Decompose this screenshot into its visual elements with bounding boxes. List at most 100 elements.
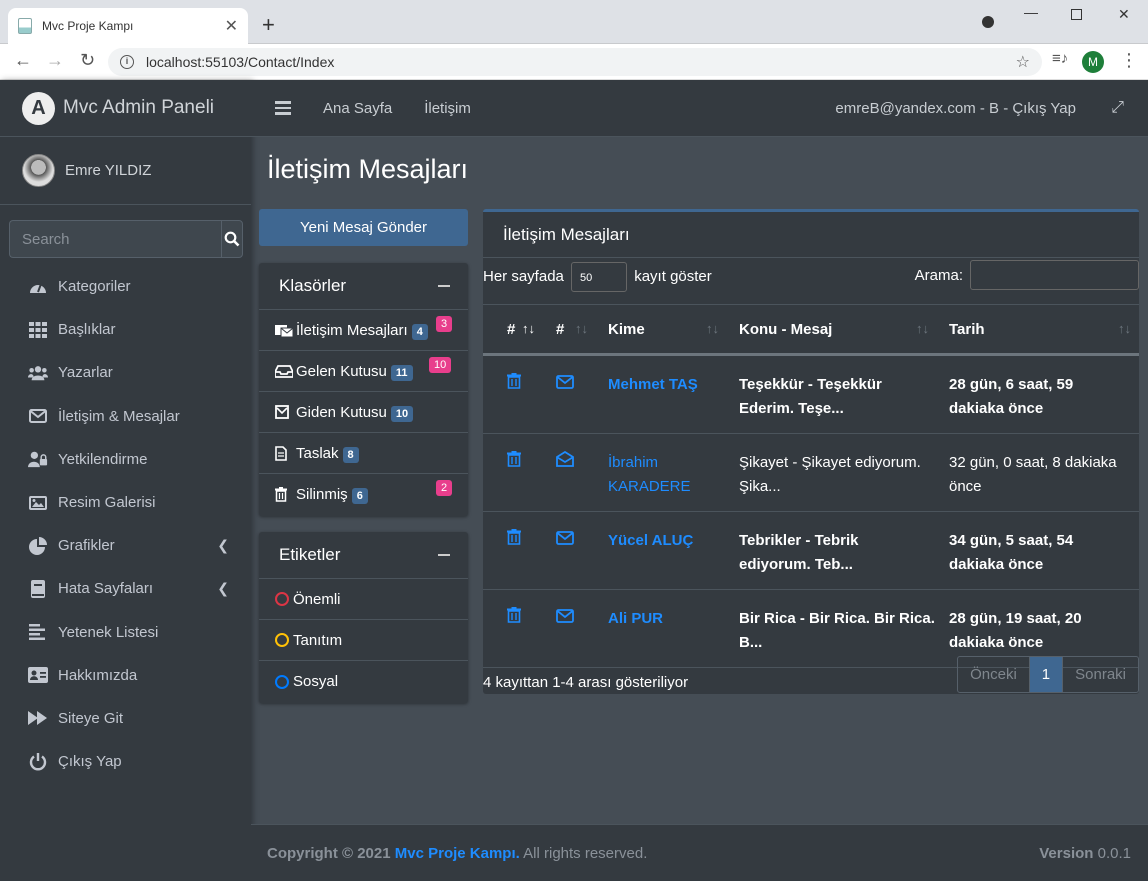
sort-icon: ↑↓ (706, 321, 719, 336)
nav-contact-link[interactable]: İletişim (424, 100, 471, 117)
sidebar-item-label: Yetkilendirme (58, 450, 148, 468)
hamburger-icon[interactable] (275, 98, 291, 118)
folder-item[interactable]: Taslak 8 (259, 433, 468, 474)
folders-card: Klasörler İletişim Mesajları 4 3 Gelen Kutu… (259, 263, 468, 516)
recipient-link[interactable]: Mehmet TAŞ (608, 376, 698, 393)
folder-item[interactable]: İletişim Mesajları 4 3 (259, 310, 468, 351)
folder-label: Silinmiş (296, 486, 348, 503)
envelope-open-icon[interactable] (556, 450, 574, 471)
new-tab-icon[interactable]: + (262, 12, 275, 38)
subject-line1: Teşekkür - Teşekkür (739, 376, 882, 393)
collapse-icon[interactable] (438, 285, 450, 287)
recipient-link[interactable]: İbrahim (608, 454, 658, 471)
tab-search-icon[interactable] (982, 16, 994, 28)
sidebar-item[interactable]: Hakkımızda (0, 654, 251, 697)
sidebar-item[interactable]: Yetkilendirme (0, 438, 251, 481)
sidebar-item[interactable]: Yetenek Listesi (0, 611, 251, 654)
site-info-icon[interactable]: i (120, 55, 134, 69)
delete-icon[interactable] (507, 607, 521, 627)
sidebar-item[interactable]: Yazarlar (0, 351, 251, 394)
delete-icon[interactable] (507, 529, 521, 549)
sidebar-item[interactable]: Başlıklar (0, 308, 251, 351)
recipient-link-line2[interactable]: KARADERE (608, 478, 691, 495)
circle-icon (275, 592, 289, 606)
user-lock-icon (28, 450, 48, 468)
nav-home-link[interactable]: Ana Sayfa (323, 100, 392, 117)
circle-icon (275, 674, 289, 689)
envelope-icon[interactable] (556, 375, 574, 393)
column-header[interactable]: Tarih ↑↓ (937, 304, 1139, 356)
maximize-icon[interactable] (1071, 9, 1082, 20)
collapse-icon[interactable] (438, 554, 450, 556)
sidebar-item[interactable]: Siteye Git (0, 697, 251, 740)
label-item[interactable]: Sosyal (259, 661, 468, 702)
column-header[interactable]: Kime ↑↓ (596, 304, 727, 356)
sidebar-item[interactable]: İletişim & Mesajlar (0, 395, 251, 438)
labels-title: Etiketler (279, 545, 341, 564)
footer-brand-link[interactable]: Mvc Proje Kampı. (395, 845, 520, 862)
profile-avatar[interactable]: M (1082, 51, 1104, 73)
folder-item[interactable]: Silinmiş 6 2 (259, 474, 468, 515)
compose-button[interactable]: Yeni Mesaj Gönder (259, 209, 468, 246)
envelope-icon[interactable] (556, 609, 574, 627)
next-page-button[interactable]: Sonraki (1063, 657, 1138, 692)
prev-page-button[interactable]: Önceki (958, 657, 1029, 692)
window-close-icon[interactable]: ✕ (1118, 6, 1130, 23)
fullscreen-icon[interactable]: ⤢ (1111, 99, 1124, 117)
date-line1: 28 gün, 6 saat, 59 (949, 376, 1074, 393)
browser-tab[interactable]: Mvc Proje Kampı ✕ (8, 8, 248, 44)
sidebar-item[interactable]: Grafikler ❮ (0, 524, 251, 567)
inbox-icon (275, 322, 293, 338)
sidebar-item[interactable]: Hata Sayfaları ❮ (0, 567, 251, 610)
logout-link[interactable]: emreB@yandex.com - B - Çıkış Yap (835, 100, 1076, 117)
envelope-icon[interactable] (556, 531, 574, 549)
folder-item[interactable]: Gelen Kutusu 11 10 (259, 351, 468, 392)
user-panel[interactable]: Emre YILDIZ (0, 137, 251, 205)
column-header[interactable]: Konu - Mesaj ↑↓ (727, 304, 937, 356)
delete-icon[interactable] (507, 373, 521, 393)
label-item[interactable]: Önemli (259, 579, 468, 620)
tray-icon (275, 363, 293, 379)
pie-chart-icon (28, 536, 48, 555)
subject-line2: ediyorum. Teb... (739, 556, 853, 573)
sidebar-item[interactable]: Kategoriler (0, 265, 251, 308)
forward-icon[interactable]: → (46, 50, 64, 71)
page-1-button[interactable]: 1 (1028, 657, 1064, 692)
table-row[interactable]: Yücel ALUÇ Tebrikler - Tebrik ediyorum. T… (483, 511, 1139, 590)
url-field[interactable]: i localhost:55103/Contact/Index ☆ (108, 48, 1042, 76)
date-line2: dakiaka önce (949, 556, 1044, 573)
messages-card: İletişim Mesajları Her sayfada 50 kayıt … (483, 209, 1139, 694)
power-icon (28, 752, 48, 771)
column-header[interactable]: # ↑↓ (543, 304, 596, 356)
unread-badge: 2 (436, 480, 453, 496)
search-icon (224, 231, 240, 247)
delete-icon[interactable] (507, 451, 521, 471)
folder-label: Gelen Kutusu (296, 362, 387, 380)
sidebar-item-label: Resim Galerisi (58, 494, 156, 512)
table-row[interactable]: İbrahim KARADERE Şikayet - Şikayet ediyor… (483, 433, 1139, 512)
page-length-select[interactable]: 50 (571, 262, 628, 292)
back-icon[interactable]: ← (14, 50, 32, 71)
recipient-link[interactable]: Ali PUR (608, 610, 663, 627)
tab-close-icon[interactable]: ✕ (225, 16, 238, 36)
bookmark-star-icon[interactable]: ☆ (1016, 52, 1030, 72)
folder-item[interactable]: Giden Kutusu 10 (259, 392, 468, 433)
table-row[interactable]: Mehmet TAŞ Teşekkür - Teşekkür Ederim. Te… (483, 354, 1139, 434)
search-input[interactable] (9, 220, 221, 258)
page-length: Her sayfada 50 kayıt göster (483, 262, 712, 292)
tab-title: Mvc Proje Kampı (42, 19, 134, 33)
media-control-icon[interactable]: ≡♪ (1052, 50, 1068, 67)
search-button[interactable] (221, 220, 243, 258)
subject-line2: Şika... (739, 478, 781, 495)
column-header[interactable]: # ↑↓ (483, 304, 543, 356)
minimize-icon[interactable]: — (1024, 4, 1038, 20)
brand[interactable]: A Mvc Admin Paneli (0, 80, 251, 137)
label-item[interactable]: Tanıtım (259, 620, 468, 661)
reload-icon[interactable]: ↻ (80, 50, 95, 71)
table-search-input[interactable] (970, 260, 1139, 290)
sidebar-item[interactable]: Çıkış Yap (0, 740, 251, 783)
recipient-link[interactable]: Yücel ALUÇ (608, 532, 693, 549)
footer: Copyright © 2021 Mvc Proje Kampı. All ri… (251, 824, 1148, 881)
browser-menu-icon[interactable]: ⋮ (1120, 50, 1138, 71)
sidebar-item[interactable]: Resim Galerisi (0, 481, 251, 524)
